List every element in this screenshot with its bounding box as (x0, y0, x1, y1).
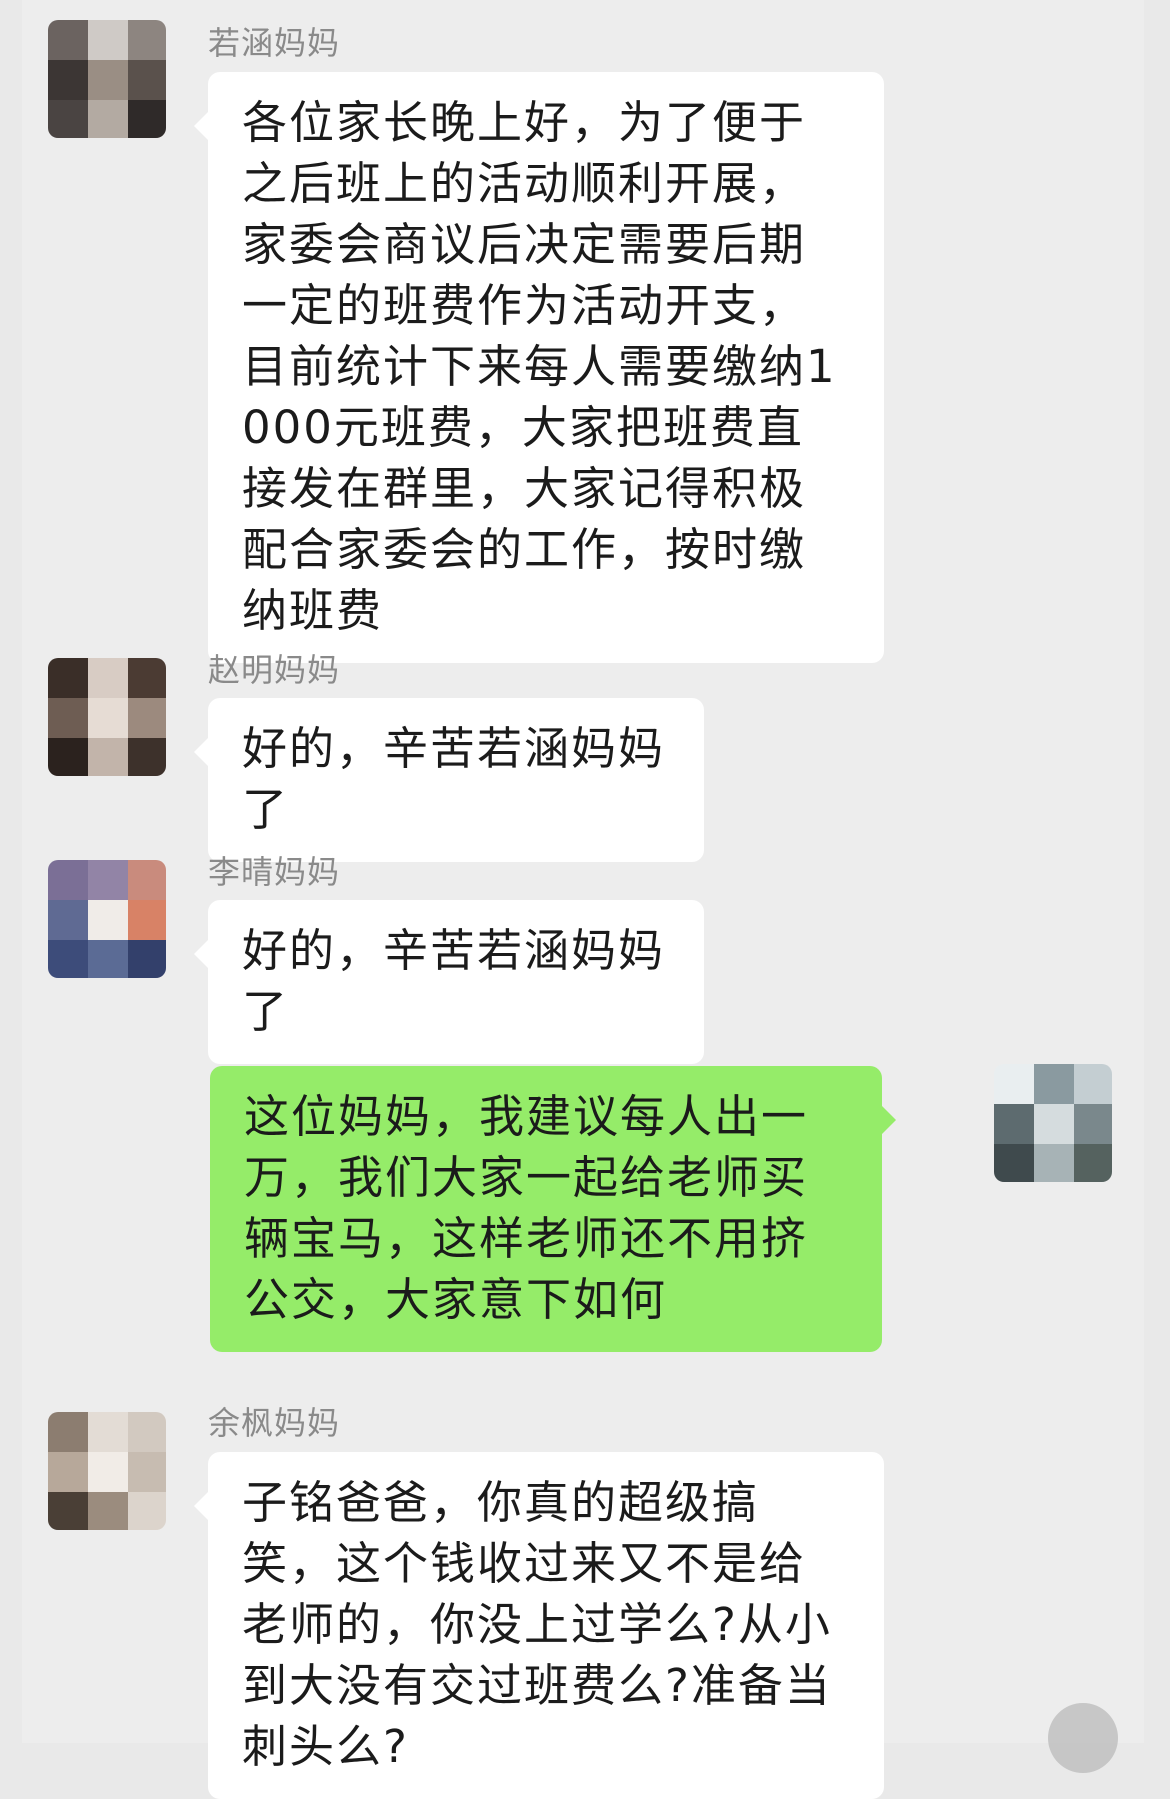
message-bubble[interactable]: 好的，辛苦若涵妈妈了 (194, 698, 704, 862)
message-bubble[interactable]: 子铭爸爸，你真的超级搞笑，这个钱收过来又不是给老师的，你没上过学么?从小到大没有… (194, 1452, 884, 1799)
sender-name: 李晴妈妈 (208, 853, 341, 891)
sender-name: 若涵妈妈 (208, 24, 341, 62)
message-bubble[interactable]: 各位家长晚上好，为了便于之后班上的活动顺利开展，家委会商议后决定需要后期一定的班… (194, 72, 884, 663)
avatar[interactable] (48, 20, 166, 138)
avatar[interactable] (48, 860, 166, 978)
message-bubble[interactable]: 这位妈妈，我建议每人出一万，我们大家一起给老师买辆宝马，这样老师还不用挤公交，大… (210, 1066, 896, 1352)
chat-screen: 若涵妈妈 各位家长晚上好，为了便于之后班上的活动顺利开展，家委会商议后决定需要后… (22, 0, 1144, 1799)
message-bubble[interactable]: 好的，辛苦若涵妈妈了 (194, 900, 704, 1064)
sender-name: 赵明妈妈 (208, 651, 341, 689)
avatar[interactable] (48, 658, 166, 776)
sender-name: 余枫妈妈 (208, 1404, 341, 1442)
avatar[interactable] (994, 1064, 1112, 1182)
scroll-to-bottom-icon[interactable] (1048, 1703, 1118, 1773)
avatar[interactable] (48, 1412, 166, 1530)
